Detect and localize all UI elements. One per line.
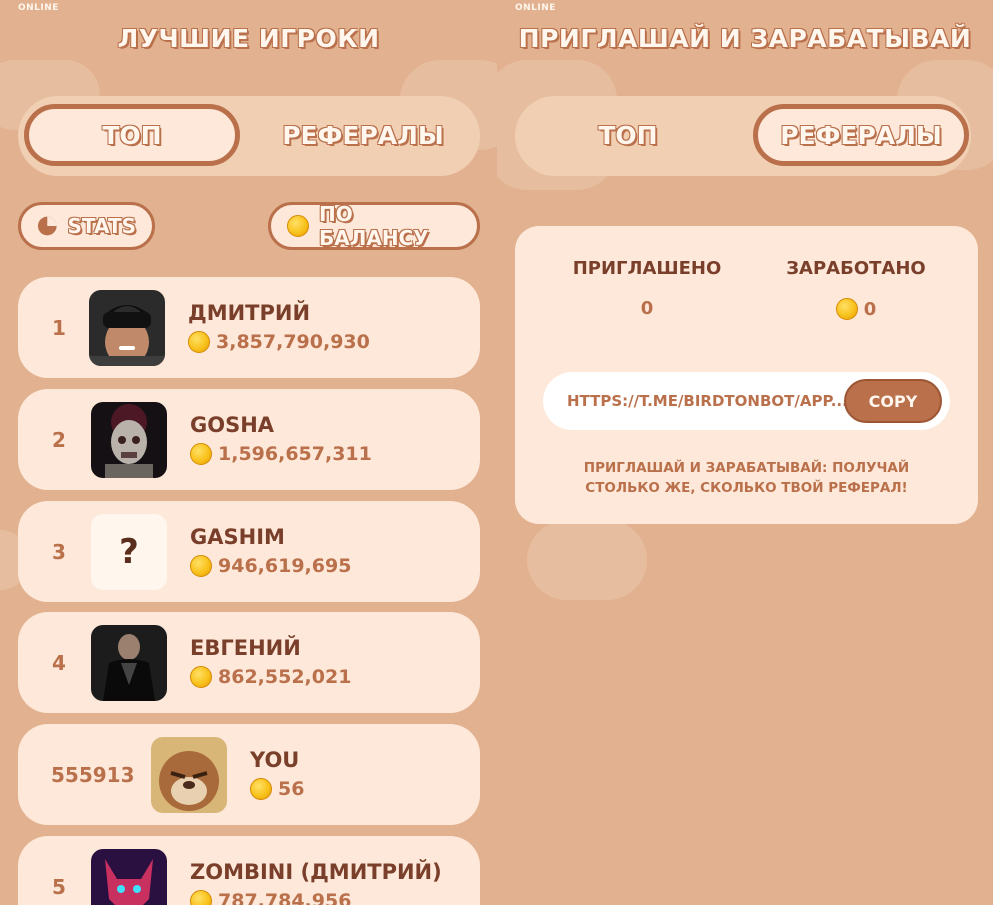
- rank-number: 4: [52, 650, 66, 675]
- player-name: ЕВГЕНИЙ: [190, 636, 301, 660]
- rank-number: 5: [52, 874, 66, 899]
- page-title: ПРИГЛАШАЙ И ЗАРАБАТЫВАЙ: [518, 24, 972, 53]
- online-status: ONLINE: [18, 3, 59, 13]
- sort-label: ПО БАЛАНСУ: [319, 202, 429, 250]
- coin-icon: [190, 555, 212, 577]
- balance-value: 946,619,695: [218, 555, 352, 577]
- avatar: [91, 849, 167, 905]
- player-balance: 3,857,790,930: [188, 331, 370, 353]
- referral-screen: ONLINE ПРИГЛАШАЙ И ЗАРАБАТЫВАЙ ТОП РЕФЕР…: [497, 0, 993, 905]
- balance-value: 862,552,021: [218, 666, 352, 688]
- pie-chart-icon: [37, 216, 57, 236]
- page-title: ЛУЧШИЕ ИГРОКИ: [117, 24, 380, 53]
- leaderboard-screen: ONLINE ЛУЧШИЕ ИГРОКИ ТОП РЕФЕРАЛЫ STATS …: [0, 0, 497, 905]
- balance-value: 787,784,956: [218, 890, 352, 905]
- leaderboard-row[interactable]: 2 GOSHA 1,596,657,311: [18, 389, 480, 490]
- avatar: [91, 402, 167, 478]
- avatar: [91, 625, 167, 701]
- leaderboard-row[interactable]: 3 ? GASHIM 946,619,695: [18, 501, 480, 602]
- invited-count: 0: [640, 298, 654, 319]
- coin-icon: [835, 298, 858, 320]
- tab-top[interactable]: ТОП: [525, 104, 731, 166]
- earned-value: 0: [771, 298, 941, 320]
- tab-referrals[interactable]: РЕФЕРАЛЫ: [753, 104, 969, 166]
- tab-top[interactable]: ТОП: [24, 104, 240, 166]
- earned-amount: 0: [863, 298, 877, 320]
- player-balance: 56: [250, 778, 304, 800]
- question-mark-icon: ?: [91, 514, 167, 590]
- referral-note: ПРИГЛАШАЙ И ЗАРАБАТЫВАЙ: ПОЛУЧАЙ СТОЛЬКО…: [583, 460, 910, 496]
- online-status: ONLINE: [515, 3, 556, 13]
- player-balance: 787,784,956: [190, 890, 351, 905]
- balance-value: 56: [278, 778, 305, 800]
- rank-number: 1: [52, 315, 66, 340]
- referral-link[interactable]: HTTPS://T.ME/BIRDTONBOT/APP...: [567, 372, 845, 430]
- balance-value: 1,596,657,311: [218, 443, 372, 465]
- leaderboard-row[interactable]: 1 ДМИТРИЙ 3,857,790,930: [18, 277, 480, 378]
- leaderboard-row-current-user[interactable]: 555913 YOU 56: [18, 724, 480, 825]
- player-balance: 1,596,657,311: [190, 443, 372, 465]
- referral-link-field[interactable]: HTTPS://T.ME/BIRDTONBOT/APP... COPY: [543, 372, 950, 430]
- coin-icon: [287, 215, 309, 237]
- invited-value: 0: [562, 298, 732, 319]
- player-name: ДМИТРИЙ: [188, 301, 311, 325]
- coin-icon: [190, 890, 212, 905]
- referral-card: ПРИГЛАШЕНО 0 ЗАРАБОТАНО 0 HTTPS://T.ME/B…: [515, 226, 978, 524]
- player-balance: 946,619,695: [190, 555, 351, 577]
- copy-button[interactable]: COPY: [844, 379, 942, 423]
- tab-bar: ТОП РЕФЕРАЛЫ: [515, 96, 971, 176]
- stats-label: STATS: [67, 214, 136, 238]
- player-name: GASHIM: [190, 525, 285, 549]
- earned-label: ЗАРАБОТАНО: [786, 258, 926, 279]
- tab-referrals[interactable]: РЕФЕРАЛЫ: [258, 104, 468, 166]
- invited-label: ПРИГЛАШЕНО: [572, 258, 722, 279]
- coin-icon: [250, 778, 272, 800]
- avatar: [89, 290, 165, 366]
- player-name: GOSHA: [190, 413, 275, 437]
- coin-icon: [188, 331, 210, 353]
- player-name: ZOMBINI (ДМИТРИЙ): [190, 860, 442, 884]
- coin-icon: [190, 666, 212, 688]
- tab-bar: ТОП РЕФЕРАЛЫ: [18, 96, 480, 176]
- coin-icon: [190, 443, 212, 465]
- player-balance: 862,552,021: [190, 666, 351, 688]
- rank-number: 555913: [51, 762, 135, 787]
- cloud-decoration: [527, 520, 647, 600]
- player-name: YOU: [250, 748, 300, 772]
- avatar: [151, 737, 227, 813]
- stats-button[interactable]: STATS: [18, 202, 155, 250]
- rank-number: 3: [52, 539, 66, 564]
- leaderboard-row[interactable]: 4 ЕВГЕНИЙ 862,552,021: [18, 612, 480, 713]
- balance-value: 3,857,790,930: [216, 331, 370, 353]
- leaderboard-row[interactable]: 5 ZOMBINI (ДМИТРИЙ) 787,784,956: [18, 836, 480, 905]
- sort-by-balance-button[interactable]: ПО БАЛАНСУ: [268, 202, 480, 250]
- rank-number: 2: [52, 427, 66, 452]
